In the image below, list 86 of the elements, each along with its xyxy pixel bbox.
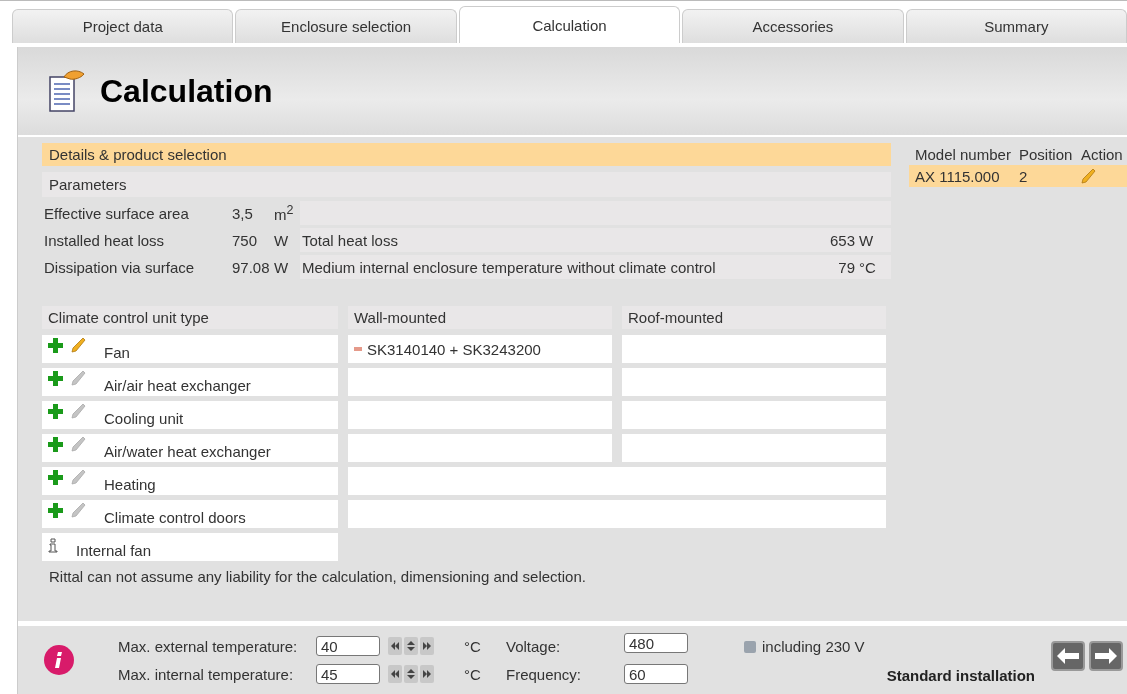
next-button[interactable] [1089, 641, 1123, 671]
electrical-input[interactable]: 60 [624, 664, 688, 684]
back-button[interactable] [1051, 641, 1085, 671]
temperature-input[interactable]: 45 [316, 664, 380, 684]
parameters-header: Parameters [42, 172, 891, 197]
info-icon [48, 538, 58, 553]
section-header: Details & product selection [42, 143, 891, 166]
parameter-label: Installed heat loss [43, 231, 166, 249]
page-title: Calculation [100, 72, 273, 110]
disclaimer: Rittal can not assume any liability for the calculation, dimensioning and selection. [49, 568, 587, 585]
product-row[interactable]: AX 1115.000 2 [909, 165, 1127, 187]
rewind-button[interactable] [388, 665, 402, 683]
unit-label: °C [464, 637, 482, 655]
column-header: Action [1081, 145, 1124, 163]
plus-icon[interactable] [48, 470, 63, 485]
checkbox-label: including 230 V [762, 638, 865, 655]
fast-forward-icon [422, 670, 432, 678]
unit-type-name: Cooling unit [104, 410, 184, 427]
plus-icon[interactable] [48, 338, 63, 353]
rewind-button[interactable] [388, 637, 402, 655]
parameter-unit: W [274, 258, 290, 276]
column-header: Model number [915, 145, 1012, 163]
up-down-icon [406, 640, 416, 652]
fast-forward-icon [422, 642, 432, 650]
parameter-value: 750 [232, 231, 259, 249]
field-label: Max. internal temperature: [117, 665, 295, 683]
result-value: 653 [828, 231, 856, 249]
result-label: Total heat loss [302, 231, 398, 249]
parameter-label: Effective surface area [43, 204, 190, 222]
pencil-icon[interactable] [71, 436, 86, 452]
position: 2 [1019, 167, 1029, 185]
tab[interactable]: Enclosure selection [235, 9, 457, 43]
parameter-label: Dissipation via surface [43, 258, 196, 276]
parameter-value: 97.08 [232, 258, 271, 276]
parameter-value: 3,5 [232, 204, 254, 222]
tab[interactable]: Project data [12, 9, 234, 43]
plus-icon[interactable] [48, 503, 63, 518]
parameter-unit: m$^{2}$ [274, 203, 295, 223]
field-label: Frequency: [505, 665, 583, 683]
spin-button[interactable] [404, 665, 418, 683]
info-icon [44, 645, 74, 675]
rewind-icon [390, 642, 400, 650]
unit-type-name: Air/water heat exchanger [104, 443, 271, 460]
unit-type-name: Heating [104, 476, 156, 493]
field-label: Voltage: [505, 637, 562, 655]
unit-type-name: Air/air heat exchanger [104, 377, 251, 394]
temperature-input[interactable]: 40 [316, 636, 380, 656]
column-header: Roof-mounted [622, 306, 886, 329]
unit-type-name: Internal fan [76, 542, 152, 559]
pencil-icon[interactable] [71, 370, 86, 386]
tab[interactable]: Accessories [682, 9, 904, 43]
plus-icon[interactable] [48, 371, 63, 386]
pencil-icon[interactable] [71, 403, 86, 419]
tab[interactable]: Summary [905, 9, 1127, 43]
checkbox[interactable] [744, 640, 756, 653]
plus-icon[interactable] [48, 437, 63, 452]
result-value: 79 [837, 258, 856, 276]
unit-type-name: Fan [104, 344, 130, 361]
notepad-icon [48, 69, 86, 113]
spin-button[interactable] [404, 637, 418, 655]
forward-button[interactable] [420, 665, 434, 683]
electrical-input[interactable]: 480 [624, 633, 688, 653]
installation-label: Standard installation [886, 667, 1035, 684]
unit-label: °C [464, 665, 482, 683]
product-code: SK3140140 + SK3243200 [367, 340, 541, 358]
model-number: AX 1115.000 [915, 167, 1001, 185]
column-header: Wall-mounted [348, 306, 612, 329]
pencil-icon[interactable] [71, 337, 86, 353]
pencil-icon[interactable] [71, 502, 86, 518]
field-label: Max. external temperature: [117, 637, 299, 655]
plus-icon[interactable] [48, 404, 63, 419]
right-arrow-icon [1095, 648, 1117, 664]
pencil-icon[interactable] [1081, 168, 1096, 184]
column-header: Climate control unit type [42, 306, 338, 329]
result-label: Medium internal enclosure temperature without climate control [302, 258, 716, 276]
forward-button[interactable] [420, 637, 434, 655]
pencil-icon[interactable] [71, 469, 86, 485]
result-unit: W [859, 231, 875, 249]
left-arrow-icon [1057, 648, 1079, 664]
parameter-unit: W [274, 231, 290, 249]
result-unit: °C [859, 258, 877, 276]
rewind-icon [390, 670, 400, 678]
column-header: Position [1019, 145, 1074, 163]
unit-type-name: Climate control doors [104, 509, 246, 526]
tab[interactable]: Calculation [458, 6, 681, 43]
up-down-icon [406, 668, 416, 680]
